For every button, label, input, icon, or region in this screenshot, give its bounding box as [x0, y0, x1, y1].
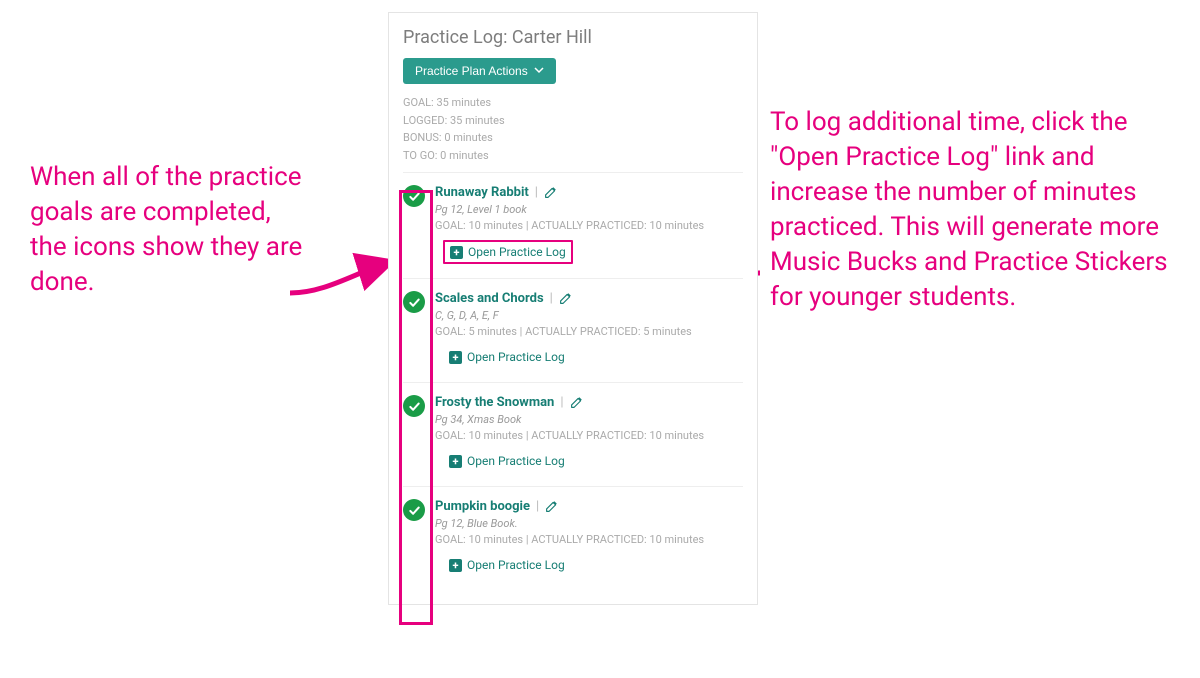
page-title: Practice Log: Carter Hill: [403, 27, 743, 48]
arrow-left-icon: [285, 248, 395, 308]
practice-item-title[interactable]: Scales and Chords: [435, 291, 544, 306]
check-complete-icon: [403, 185, 425, 207]
plus-icon: +: [450, 246, 463, 259]
check-complete-icon: [403, 291, 425, 313]
summary-bonus: BONUS: 0 minutes: [403, 129, 743, 147]
open-practice-log-label: Open Practice Log: [467, 350, 565, 364]
edit-icon[interactable]: [544, 186, 557, 199]
summary-block: GOAL: 35 minutes LOGGED: 35 minutes BONU…: [403, 94, 743, 164]
open-practice-log-label: Open Practice Log: [467, 454, 565, 468]
practice-plan-actions-button[interactable]: Practice Plan Actions: [403, 58, 556, 84]
open-practice-log-button[interactable]: + Open Practice Log: [443, 554, 571, 576]
summary-logged: LOGGED: 35 minutes: [403, 112, 743, 130]
plus-icon: +: [449, 559, 462, 572]
separator: |: [534, 499, 541, 514]
separator: |: [533, 185, 540, 200]
practice-item-subtitle: Pg 12, Level 1 book: [435, 203, 743, 216]
practice-item-meta: GOAL: 10 minutes | ACTUALLY PRACTICED: 1…: [435, 219, 743, 232]
practice-item: Scales and Chords | C, G, D, A, E, F GOAL: …: [403, 279, 743, 383]
practice-item-title[interactable]: Runaway Rabbit: [435, 185, 529, 200]
summary-togo: TO GO: 0 minutes: [403, 147, 743, 165]
practice-item-subtitle: C, G, D, A, E, F: [435, 309, 743, 322]
plus-icon: +: [449, 455, 462, 468]
practice-item-title[interactable]: Pumpkin boogie: [435, 499, 530, 514]
practice-plan-actions-label: Practice Plan Actions: [415, 64, 528, 78]
check-complete-icon: [403, 395, 425, 417]
practice-item-meta: GOAL: 10 minutes | ACTUALLY PRACTICED: 1…: [435, 533, 743, 546]
practice-items-list: Runaway Rabbit | Pg 12, Level 1 book GOAL: …: [403, 172, 743, 590]
practice-item: Runaway Rabbit | Pg 12, Level 1 book GOAL: …: [403, 173, 743, 279]
practice-item: Pumpkin boogie | Pg 12, Blue Book. GOAL: 10…: [403, 487, 743, 590]
check-complete-icon: [403, 499, 425, 521]
separator: |: [548, 291, 555, 306]
summary-goal: GOAL: 35 minutes: [403, 94, 743, 112]
open-practice-log-label: Open Practice Log: [467, 558, 565, 572]
plus-icon: +: [449, 351, 462, 364]
edit-icon[interactable]: [559, 292, 572, 305]
practice-item-title[interactable]: Frosty the Snowman: [435, 395, 554, 410]
edit-icon[interactable]: [570, 396, 583, 409]
separator: |: [558, 395, 565, 410]
open-practice-log-label: Open Practice Log: [468, 245, 566, 259]
practice-log-panel: Practice Log: Carter Hill Practice Plan …: [388, 12, 758, 605]
practice-item: Frosty the Snowman | Pg 34, Xmas Book GOAL:…: [403, 383, 743, 487]
practice-item-subtitle: Pg 12, Blue Book.: [435, 517, 743, 530]
practice-item-meta: GOAL: 10 minutes | ACTUALLY PRACTICED: 1…: [435, 429, 743, 442]
practice-item-subtitle: Pg 34, Xmas Book: [435, 413, 743, 426]
open-practice-log-button[interactable]: + Open Practice Log: [443, 450, 571, 472]
annotation-left: When all of the practice goals are compl…: [30, 160, 310, 300]
open-practice-log-button[interactable]: + Open Practice Log: [443, 240, 573, 264]
annotation-right: To log additional time, click the "Open …: [770, 105, 1190, 316]
chevron-down-icon: [534, 64, 544, 78]
practice-item-meta: GOAL: 5 minutes | ACTUALLY PRACTICED: 5 …: [435, 325, 743, 338]
open-practice-log-button[interactable]: + Open Practice Log: [443, 346, 571, 368]
edit-icon[interactable]: [545, 500, 558, 513]
